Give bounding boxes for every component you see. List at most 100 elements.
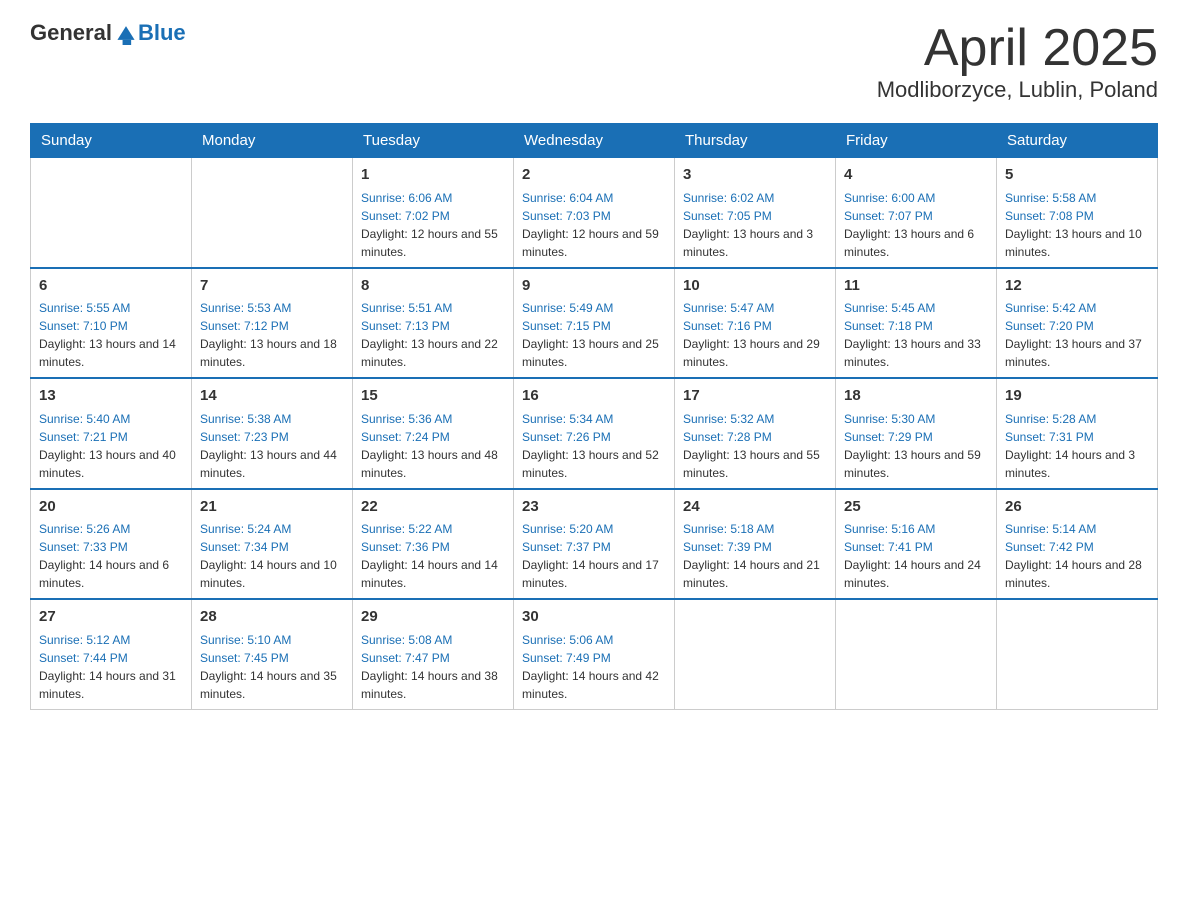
table-row: 10Sunrise: 5:47 AMSunset: 7:16 PMDayligh… (675, 268, 836, 379)
sunset-text: Sunset: 7:16 PM (683, 317, 827, 335)
sunrise-text: Sunrise: 5:14 AM (1005, 520, 1149, 538)
table-row (836, 599, 997, 709)
sunrise-text: Sunrise: 5:34 AM (522, 410, 666, 428)
daylight-text: Daylight: 14 hours and 42 minutes. (522, 667, 666, 703)
day-number: 29 (361, 606, 505, 629)
sunset-text: Sunset: 7:41 PM (844, 538, 988, 556)
day-number: 17 (683, 385, 827, 408)
daylight-text: Daylight: 13 hours and 14 minutes. (39, 335, 183, 371)
daylight-text: Daylight: 14 hours and 10 minutes. (200, 556, 344, 592)
day-number: 8 (361, 275, 505, 298)
col-saturday: Saturday (997, 124, 1158, 158)
logo-icon (114, 21, 138, 45)
table-row: 6Sunrise: 5:55 AMSunset: 7:10 PMDaylight… (31, 268, 192, 379)
table-row: 27Sunrise: 5:12 AMSunset: 7:44 PMDayligh… (31, 599, 192, 709)
daylight-text: Daylight: 13 hours and 40 minutes. (39, 446, 183, 482)
daylight-text: Daylight: 13 hours and 6 minutes. (844, 225, 988, 261)
calendar-week-row: 6Sunrise: 5:55 AMSunset: 7:10 PMDaylight… (31, 268, 1158, 379)
daylight-text: Daylight: 13 hours and 44 minutes. (200, 446, 344, 482)
sunrise-text: Sunrise: 5:24 AM (200, 520, 344, 538)
daylight-text: Daylight: 14 hours and 14 minutes. (361, 556, 505, 592)
daylight-text: Daylight: 14 hours and 3 minutes. (1005, 446, 1149, 482)
sunset-text: Sunset: 7:34 PM (200, 538, 344, 556)
sunrise-text: Sunrise: 5:10 AM (200, 631, 344, 649)
sunrise-text: Sunrise: 6:02 AM (683, 189, 827, 207)
sunset-text: Sunset: 7:12 PM (200, 317, 344, 335)
sunset-text: Sunset: 7:45 PM (200, 649, 344, 667)
daylight-text: Daylight: 13 hours and 3 minutes. (683, 225, 827, 261)
table-row: 12Sunrise: 5:42 AMSunset: 7:20 PMDayligh… (997, 268, 1158, 379)
daylight-text: Daylight: 13 hours and 18 minutes. (200, 335, 344, 371)
col-thursday: Thursday (675, 124, 836, 158)
daylight-text: Daylight: 14 hours and 24 minutes. (844, 556, 988, 592)
day-number: 20 (39, 496, 183, 519)
col-tuesday: Tuesday (353, 124, 514, 158)
table-row: 20Sunrise: 5:26 AMSunset: 7:33 PMDayligh… (31, 489, 192, 600)
daylight-text: Daylight: 14 hours and 17 minutes. (522, 556, 666, 592)
table-row: 2Sunrise: 6:04 AMSunset: 7:03 PMDaylight… (514, 158, 675, 268)
day-number: 3 (683, 164, 827, 187)
sunset-text: Sunset: 7:42 PM (1005, 538, 1149, 556)
table-row: 17Sunrise: 5:32 AMSunset: 7:28 PMDayligh… (675, 378, 836, 489)
sunrise-text: Sunrise: 5:20 AM (522, 520, 666, 538)
table-row (31, 158, 192, 268)
table-row: 3 Sunrise: 6:02 AMSunset: 7:05 PMDaylight… (675, 158, 836, 268)
daylight-text: Daylight: 14 hours and 6 minutes. (39, 556, 183, 592)
daylight-text: Daylight: 13 hours and 10 minutes. (1005, 225, 1149, 261)
sunrise-text: Sunrise: 5:40 AM (39, 410, 183, 428)
sunset-text: Sunset: 7:18 PM (844, 317, 988, 335)
sunrise-text: Sunrise: 5:36 AM (361, 410, 505, 428)
day-number: 22 (361, 496, 505, 519)
day-number: 28 (200, 606, 344, 629)
table-row: 24Sunrise: 5:18 AMSunset: 7:39 PMDayligh… (675, 489, 836, 600)
table-row: 16Sunrise: 5:34 AMSunset: 7:26 PMDayligh… (514, 378, 675, 489)
table-row: 9Sunrise: 5:49 AMSunset: 7:15 PMDaylight… (514, 268, 675, 379)
sunrise-text: Sunrise: 5:47 AM (683, 299, 827, 317)
table-row: 29Sunrise: 5:08 AMSunset: 7:47 PMDayligh… (353, 599, 514, 709)
daylight-text: Daylight: 13 hours and 29 minutes. (683, 335, 827, 371)
sunrise-text: Sunrise: 5:55 AM (39, 299, 183, 317)
daylight-text: Daylight: 13 hours and 52 minutes. (522, 446, 666, 482)
sunrise-text: Sunrise: 5:26 AM (39, 520, 183, 538)
calendar-week-row: 13Sunrise: 5:40 AMSunset: 7:21 PMDayligh… (31, 378, 1158, 489)
sunset-text: Sunset: 7:20 PM (1005, 317, 1149, 335)
daylight-text: Daylight: 13 hours and 48 minutes. (361, 446, 505, 482)
sunset-text: Sunset: 7:24 PM (361, 428, 505, 446)
sunrise-text: Sunrise: 5:49 AM (522, 299, 666, 317)
day-number: 25 (844, 496, 988, 519)
day-number: 11 (844, 275, 988, 298)
sunrise-text: Sunrise: 5:53 AM (200, 299, 344, 317)
sunset-text: Sunset: 7:23 PM (200, 428, 344, 446)
day-number: 27 (39, 606, 183, 629)
sunrise-text: Sunrise: 5:16 AM (844, 520, 988, 538)
calendar-week-row: 20Sunrise: 5:26 AMSunset: 7:33 PMDayligh… (31, 489, 1158, 600)
daylight-text: Daylight: 13 hours and 22 minutes. (361, 335, 505, 371)
sunrise-text: Sunrise: 5:32 AM (683, 410, 827, 428)
daylight-text: Daylight: 14 hours and 35 minutes. (200, 667, 344, 703)
daylight-text: Daylight: 13 hours and 37 minutes. (1005, 335, 1149, 371)
table-row: 14Sunrise: 5:38 AMSunset: 7:23 PMDayligh… (192, 378, 353, 489)
daylight-text: Daylight: 14 hours and 21 minutes. (683, 556, 827, 592)
day-number: 15 (361, 385, 505, 408)
sunset-text: Sunset: 7:49 PM (522, 649, 666, 667)
daylight-text: Daylight: 13 hours and 25 minutes. (522, 335, 666, 371)
sunrise-text: Sunrise: 5:22 AM (361, 520, 505, 538)
sunset-text: Sunset: 7:05 PM (683, 207, 827, 225)
sunset-text: Sunset: 7:21 PM (39, 428, 183, 446)
table-row: 15 Sunrise: 5:36 AMSunset: 7:24 PMDayligh… (353, 378, 514, 489)
sunrise-text: Sunrise: 5:38 AM (200, 410, 344, 428)
table-row: 4Sunrise: 6:00 AMSunset: 7:07 PMDaylight… (836, 158, 997, 268)
day-number: 18 (844, 385, 988, 408)
sunset-text: Sunset: 7:33 PM (39, 538, 183, 556)
daylight-text: Daylight: 14 hours and 31 minutes. (39, 667, 183, 703)
daylight-text: Daylight: 13 hours and 55 minutes. (683, 446, 827, 482)
sunrise-text: Sunrise: 6:00 AM (844, 189, 988, 207)
daylight-text: Daylight: 13 hours and 33 minutes. (844, 335, 988, 371)
title-block: April 2025 Modliborzyce, Lublin, Poland (877, 20, 1158, 103)
sunset-text: Sunset: 7:02 PM (361, 207, 505, 225)
sunset-text: Sunset: 7:26 PM (522, 428, 666, 446)
day-number: 7 (200, 275, 344, 298)
day-number: 21 (200, 496, 344, 519)
sunrise-text: Sunrise: 5:58 AM (1005, 189, 1149, 207)
col-friday: Friday (836, 124, 997, 158)
